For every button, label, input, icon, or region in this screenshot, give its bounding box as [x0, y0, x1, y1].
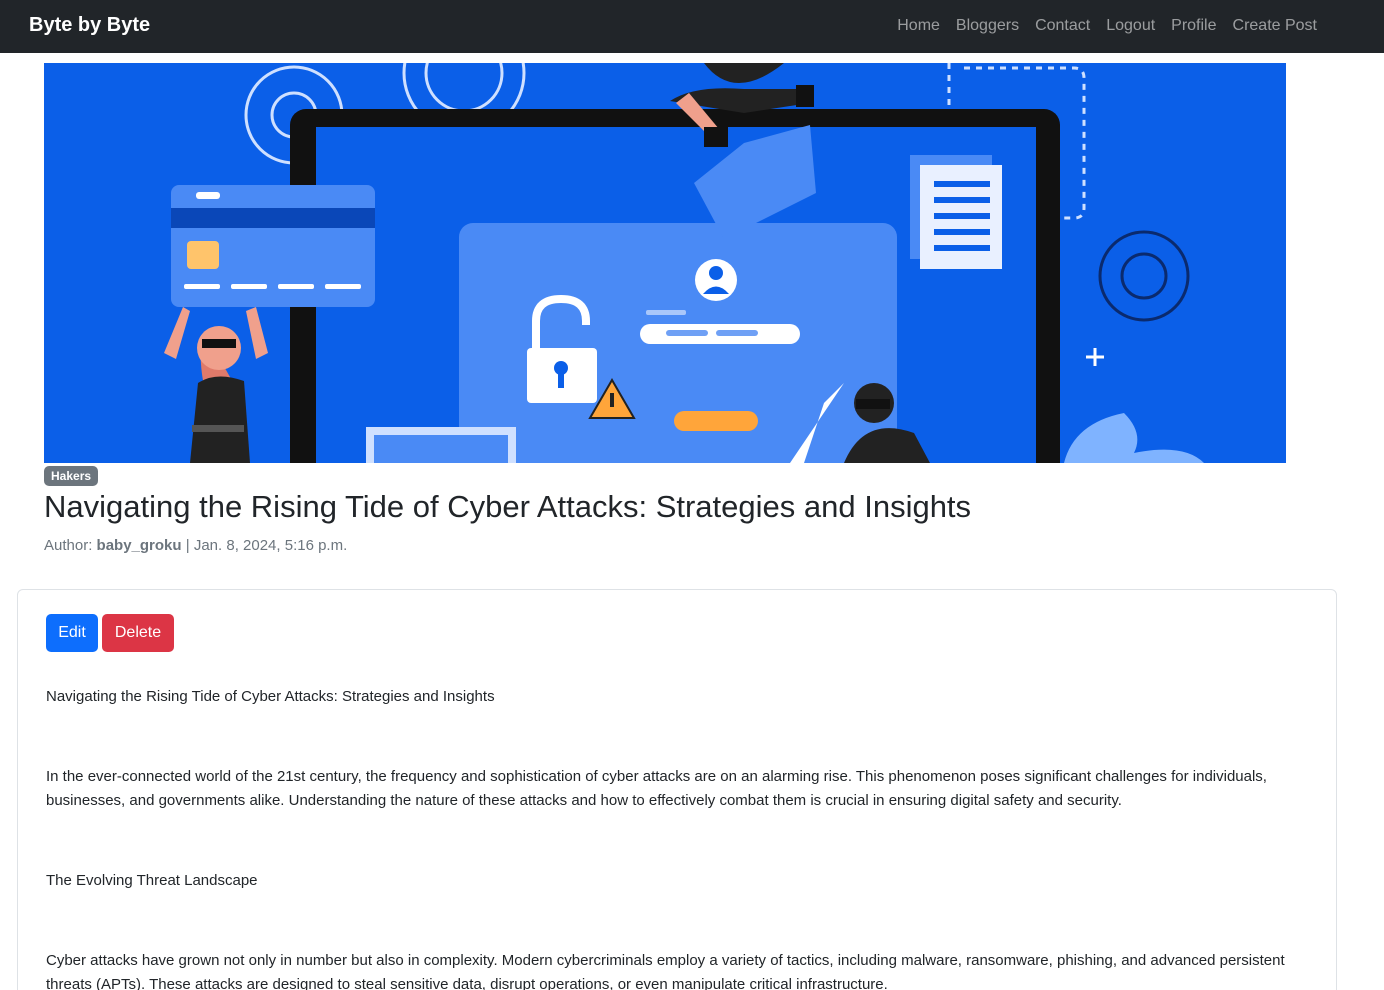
nav-link-bloggers[interactable]: Bloggers [956, 16, 1019, 36]
post-date: Jan. 8, 2024, 5:16 p.m. [193, 537, 348, 554]
post-paragraph: Navigating the Rising Tide of Cyber Atta… [46, 688, 495, 705]
post-hero-image [44, 63, 1286, 463]
nav-link-logout[interactable]: Logout [1106, 16, 1155, 36]
nav-link-home[interactable]: Home [897, 16, 940, 36]
post-paragraph: Cyber attacks have grown not only in num… [46, 952, 1285, 990]
nav-link-contact[interactable]: Contact [1035, 16, 1090, 36]
nav-link-create-post[interactable]: Create Post [1233, 16, 1317, 36]
cyber-attack-illustration [44, 63, 1286, 463]
post-meta: Author: baby_groku | Jan. 8, 2024, 5:16 … [44, 537, 347, 554]
nav-link-profile[interactable]: Profile [1171, 16, 1216, 36]
post-paragraph: In the ever-connected world of the 21st … [46, 768, 1267, 809]
edit-button[interactable]: Edit [46, 614, 98, 652]
brand-link[interactable]: Byte by Byte [29, 14, 150, 37]
author-name[interactable]: baby_groku [97, 537, 182, 554]
post-content-card: Edit Delete Navigating the Rising Tide o… [17, 589, 1337, 990]
nav-links: Home Bloggers Contact Logout Profile Cre… [897, 16, 1317, 36]
navbar: Byte by Byte Home Bloggers Contact Logou… [0, 0, 1384, 53]
post-title: Navigating the Rising Tide of Cyber Atta… [44, 489, 972, 524]
category-badge[interactable]: Hakers [44, 466, 99, 486]
meta-separator: | [185, 537, 190, 554]
delete-button[interactable]: Delete [102, 614, 174, 652]
post-paragraph: The Evolving Threat Landscape [46, 872, 258, 889]
author-label: Author: [44, 537, 93, 554]
